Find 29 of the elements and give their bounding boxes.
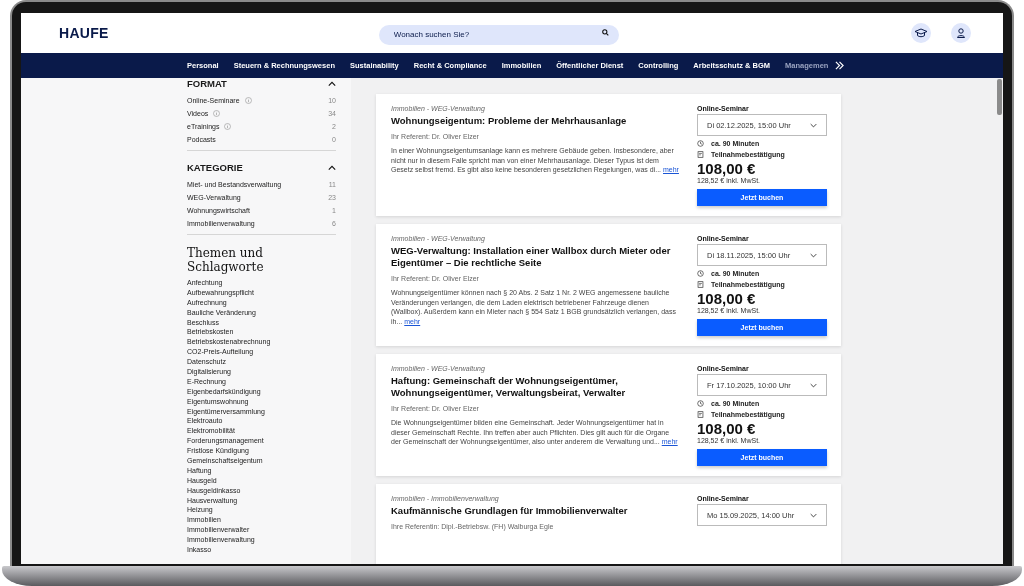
chevron-icon bbox=[810, 382, 817, 388]
graduation-cap-icon[interactable] bbox=[911, 23, 931, 43]
chevron-icon bbox=[810, 252, 817, 258]
seminar-title[interactable]: Kaufmännische Grundlagen für Immobilienverwalter bbox=[391, 505, 628, 517]
clock-icon bbox=[697, 400, 704, 407]
chevron-icon[interactable] bbox=[328, 80, 336, 87]
double-chevron-icon[interactable] bbox=[835, 61, 845, 70]
scrollbar-thumb[interactable] bbox=[997, 79, 1002, 115]
price: 108,00 € bbox=[697, 161, 756, 177]
certificate-icon bbox=[697, 281, 704, 288]
chevron-icon[interactable] bbox=[328, 164, 336, 171]
seminar-title[interactable]: Wohnungseigentum: Probleme der Mehrhausanlage bbox=[391, 115, 627, 127]
user-icon[interactable] bbox=[951, 23, 971, 43]
chevron-icon bbox=[810, 512, 817, 518]
seminar-title[interactable]: Haftung: Gemeinschaft der Wohnungseigentümer, Wohnungseigentümer, Verwaltungsbeirat, Verwalter bbox=[391, 375, 679, 399]
seminar-title[interactable]: WEG-Verwaltung: Installation einer Wallbox durch Mieter oder Eigentümer – Die rechtliche Seite bbox=[391, 245, 679, 269]
price: 108,00 € bbox=[697, 291, 756, 307]
clock-icon bbox=[697, 270, 704, 277]
section-heading: Themen und Schlagworte bbox=[187, 246, 265, 274]
search-icon[interactable] bbox=[601, 29, 609, 36]
search-field[interactable]: Wonach suchen Sie? bbox=[378, 24, 619, 45]
price: 108,00 € bbox=[697, 421, 756, 437]
filter-heading: KATEGORIE bbox=[187, 162, 243, 173]
clock-icon bbox=[697, 140, 704, 147]
logo[interactable]: HAUFE bbox=[59, 25, 109, 41]
chevron-icon bbox=[810, 122, 817, 128]
certificate-icon bbox=[697, 411, 704, 418]
filter-heading: FORMAT bbox=[187, 78, 227, 89]
certificate-icon bbox=[697, 151, 704, 158]
